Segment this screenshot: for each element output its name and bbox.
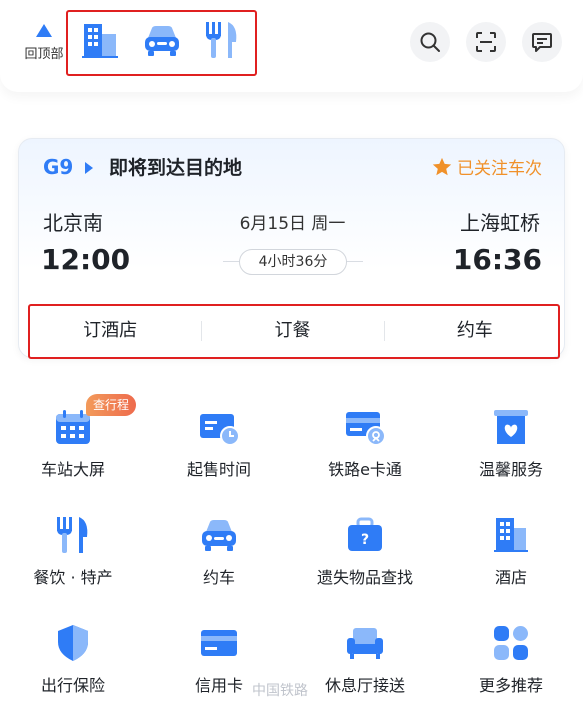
dining-icon	[57, 517, 88, 553]
scan-button[interactable]	[466, 22, 506, 62]
lost-found-icon: ?	[348, 517, 382, 551]
service-label: 酒店	[494, 568, 527, 587]
arrival-station: 上海虹桥	[460, 211, 540, 235]
service-lounge[interactable]: 休息厅接送	[292, 610, 438, 709]
svg-text:?: ?	[361, 532, 369, 548]
hotel-icon	[494, 518, 528, 552]
follow-train-button[interactable]: 已关注车次	[431, 154, 542, 179]
service-car[interactable]: 约车	[146, 502, 292, 602]
ecard-icon	[346, 412, 386, 446]
top-bar: 回顶部	[0, 0, 583, 92]
credit-card-icon	[201, 630, 237, 656]
service-more[interactable]: 更多推荐	[438, 610, 583, 709]
service-lost-found[interactable]: ? 遗失物品查找	[292, 502, 438, 602]
search-button[interactable]	[410, 22, 450, 62]
service-label: 约车	[202, 568, 235, 587]
back-to-top-button[interactable]: 回顶部	[18, 24, 70, 68]
lounge-icon	[347, 628, 383, 659]
service-label: 起售时间	[186, 460, 251, 479]
back-to-top-label: 回顶部	[24, 47, 64, 62]
chevron-right-icon	[85, 162, 93, 174]
service-ecard[interactable]: 铁路e卡通	[292, 394, 438, 494]
search-icon	[420, 32, 440, 52]
ticket-time-icon	[200, 414, 240, 446]
car-icon	[202, 520, 236, 551]
care-service-icon	[494, 410, 528, 444]
follow-label: 已关注车次	[457, 159, 542, 179]
service-label: 遗失物品查找	[316, 568, 413, 587]
service-ticket-time[interactable]: 起售时间	[146, 394, 292, 494]
trip-duration: 4小时36分	[239, 249, 347, 275]
service-label: 车站大屏	[40, 460, 105, 479]
more-icon	[494, 626, 528, 660]
message-icon	[532, 33, 552, 52]
service-insurance[interactable]: 出行保险	[0, 610, 146, 709]
scan-icon	[476, 32, 496, 52]
service-label: 休息厅接送	[324, 676, 405, 695]
service-label: 铁路e卡通	[328, 460, 402, 479]
highlight-box-trip-actions	[28, 304, 560, 359]
watermark: 中国铁路	[252, 683, 308, 699]
departure-time: 12:00	[41, 243, 131, 276]
message-button[interactable]	[522, 22, 562, 62]
service-hotel[interactable]: 酒店	[438, 502, 583, 602]
service-care[interactable]: 温馨服务	[438, 394, 583, 494]
service-label: 出行保险	[40, 676, 105, 695]
dining-icon[interactable]	[200, 18, 244, 62]
train-number[interactable]: G9	[43, 155, 73, 179]
hotel-icon[interactable]	[78, 18, 122, 62]
trip-status: 即将到达目的地	[109, 157, 243, 179]
car-icon[interactable]	[140, 18, 184, 62]
arrow-up-icon	[36, 24, 52, 37]
service-dining[interactable]: 餐饮 · 特产	[0, 502, 146, 602]
service-label: 餐饮 · 特产	[33, 568, 113, 587]
arrival-time: 16:36	[452, 243, 542, 276]
service-label: 更多推荐	[478, 676, 543, 695]
insurance-icon	[58, 625, 88, 661]
check-itinerary-badge[interactable]: 查行程	[86, 394, 137, 416]
service-label: 温馨服务	[478, 460, 543, 479]
service-station-screen[interactable]: 查行程 车站大屏	[0, 394, 146, 494]
star-icon	[432, 157, 452, 175]
